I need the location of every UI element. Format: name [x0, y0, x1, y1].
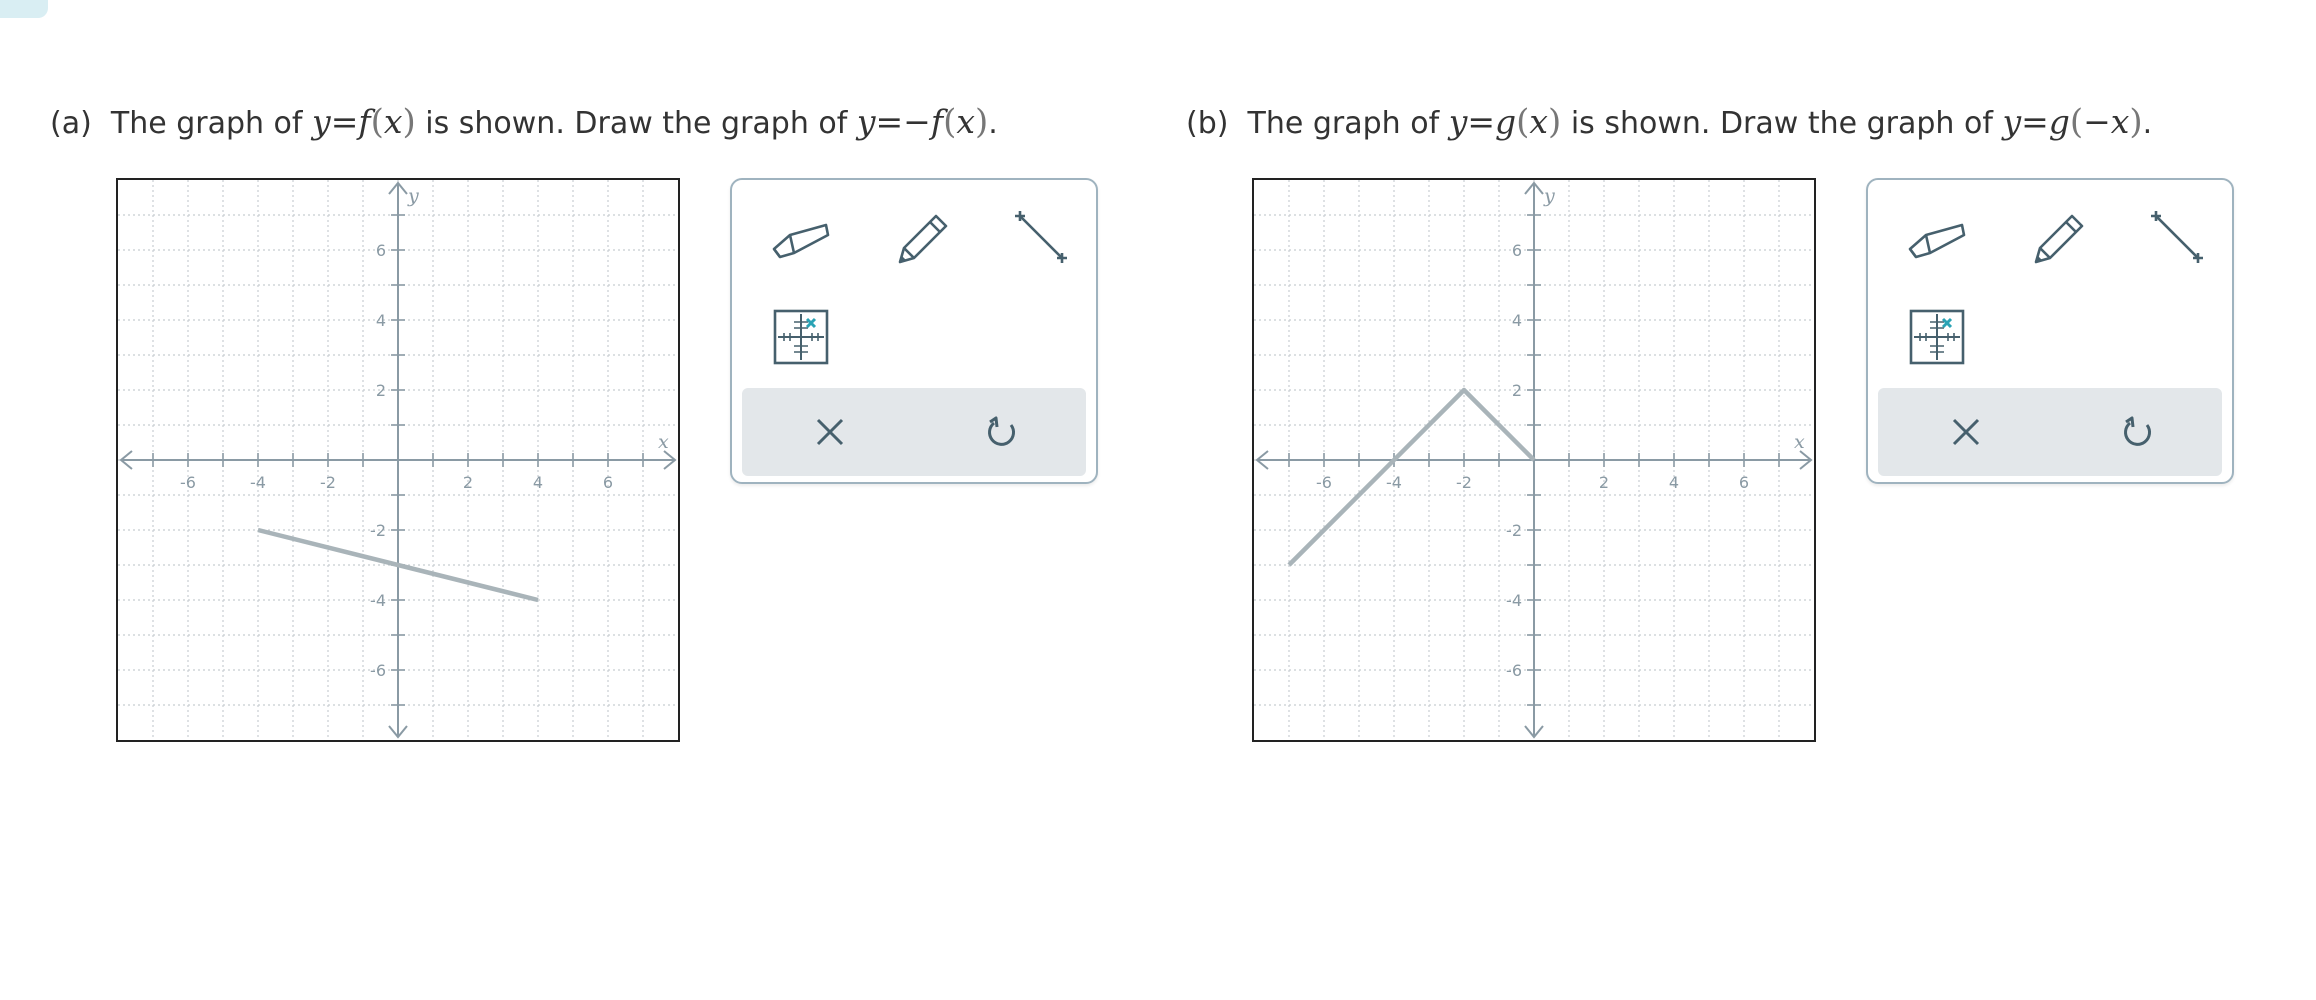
x-tick-label: -4 — [250, 473, 266, 492]
pencil-button[interactable] — [884, 200, 958, 274]
y-tick-label: -4 — [370, 591, 386, 610]
x-tick-label: 6 — [603, 473, 613, 492]
y-tick-label: 6 — [1512, 241, 1522, 260]
line-segment-button[interactable] — [2140, 200, 2214, 274]
undo-icon — [988, 416, 1016, 446]
x-tick-label: -6 — [180, 473, 196, 492]
clear-button[interactable] — [1932, 398, 2000, 466]
tool-action-bar — [1878, 388, 2222, 476]
undo-button[interactable] — [2104, 398, 2172, 466]
y-tick-label: 2 — [1512, 381, 1522, 400]
x-tick-label: 6 — [1739, 473, 1749, 492]
y-tick-label: 2 — [376, 381, 386, 400]
eraser-button[interactable] — [764, 200, 838, 274]
y-tick-label: -2 — [370, 521, 386, 540]
plot-point-icon — [1909, 309, 1965, 365]
eraser-icon — [1908, 223, 1966, 259]
undo-icon — [2124, 416, 2152, 446]
y-tick-label: -6 — [1506, 661, 1522, 680]
graph-b[interactable]: x y -6 -4 -2 2 4 6 6 4 2 -2 -4 -6 — [1252, 178, 1816, 742]
plot-point-button[interactable] — [1900, 300, 1974, 374]
x-tick-label: -6 — [1316, 473, 1332, 492]
x-axis-label: x — [1794, 431, 1805, 453]
undo-button[interactable] — [968, 398, 1036, 466]
tool-panel-b — [1866, 178, 2234, 484]
pencil-icon — [898, 214, 948, 264]
x-tick-label: -2 — [320, 473, 336, 492]
line-segment-icon — [2151, 211, 2203, 263]
tool-action-bar — [742, 388, 1086, 476]
clear-icon — [1952, 418, 1980, 446]
x-tick-label: -4 — [1386, 473, 1402, 492]
pencil-icon — [2034, 214, 2084, 264]
eraser-icon — [772, 223, 830, 259]
corner-badge — [0, 0, 48, 18]
plot-point-button[interactable] — [764, 300, 838, 374]
y-tick-label: 4 — [1512, 311, 1522, 330]
graph-a[interactable]: x y -6 -4 -2 2 4 6 6 4 2 -2 -4 -6 — [116, 178, 680, 742]
problem-a-statement: (a) The graph of y=f(x) is shown. Draw t… — [50, 102, 998, 142]
line-segment-button[interactable] — [1004, 200, 1078, 274]
pencil-button[interactable] — [2020, 200, 2094, 274]
line-segment-icon — [1015, 211, 1067, 263]
graph-a-canvas[interactable]: x y -6 -4 -2 2 4 6 6 4 2 -2 -4 -6 — [118, 180, 682, 744]
x-tick-label: 4 — [1669, 473, 1679, 492]
y-axis-label: y — [1543, 185, 1555, 207]
x-tick-label: 4 — [533, 473, 543, 492]
x-tick-label: 2 — [1599, 473, 1609, 492]
x-tick-label: -2 — [1456, 473, 1472, 492]
y-tick-label: -6 — [370, 661, 386, 680]
plot-point-icon — [773, 309, 829, 365]
y-tick-label: -4 — [1506, 591, 1522, 610]
y-tick-label: 6 — [376, 241, 386, 260]
x-axis-label: x — [658, 431, 669, 453]
y-axis-label: y — [407, 185, 419, 207]
clear-button[interactable] — [796, 398, 864, 466]
y-tick-label: -2 — [1506, 521, 1522, 540]
tool-panel-a — [730, 178, 1098, 484]
clear-icon — [816, 418, 844, 446]
problem-b-statement: (b) The graph of y=g(x) is shown. Draw t… — [1186, 102, 2153, 142]
y-tick-label: 4 — [376, 311, 386, 330]
eraser-button[interactable] — [1900, 200, 1974, 274]
graph-b-canvas[interactable]: x y -6 -4 -2 2 4 6 6 4 2 -2 -4 -6 — [1254, 180, 1818, 744]
x-tick-label: 2 — [463, 473, 473, 492]
